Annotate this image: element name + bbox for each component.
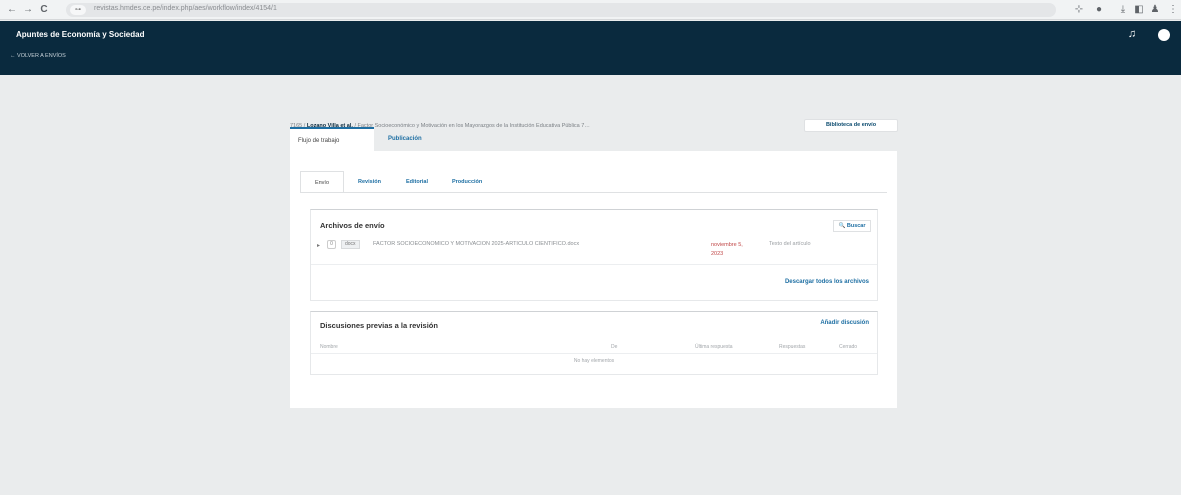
reload-icon[interactable]: C (38, 3, 50, 17)
submission-library-button[interactable]: Biblioteca de envío (804, 119, 898, 132)
bell-icon[interactable]: ♫ (1124, 26, 1140, 42)
tab-publication[interactable]: Publicación (380, 127, 430, 151)
translate-icon[interactable]: ⊹ (1072, 3, 1086, 17)
discussions-title: Discusiones previas a la revisión (320, 321, 438, 330)
search-button[interactable]: 🔍 Buscar (833, 220, 871, 232)
column-name: Nombre (320, 344, 338, 350)
site-title[interactable]: Apuntes de Economía y Sociedad (16, 30, 144, 39)
tab-review[interactable]: Revisión (358, 171, 381, 193)
tab-divider (300, 192, 887, 193)
file-date: noviembre 5, 2023 (711, 242, 743, 257)
sidepanel-icon[interactable]: ◧ (1132, 3, 1146, 17)
pre-review-discussions-section: Discusiones previas a la revisión Añadir… (310, 311, 878, 375)
add-discussion-link[interactable]: Añadir discusión (820, 320, 869, 326)
tab-editorial[interactable]: Editorial (406, 171, 428, 193)
file-type: Texto del artículo (769, 241, 811, 247)
app-header: Apuntes de Economía y Sociedad ← VOLVER … (0, 21, 1181, 75)
file-row: ▸ 0 docx FACTOR SOCIOECONÓMICO Y MOTIVAC… (311, 238, 877, 260)
address-bar[interactable]: ⊶ revistas.hmdes.ce.pe/index.php/aes/wor… (66, 3, 1056, 17)
tab-production[interactable]: Producción (452, 171, 482, 193)
empty-table-message: No hay elementos (573, 358, 615, 364)
profile-icon[interactable]: ♟ (1148, 3, 1162, 17)
workflow-panel: Envío Revisión Editorial Producción Arch… (290, 151, 897, 408)
back-arrow-icon[interactable]: ← (6, 3, 18, 17)
expand-chevron-icon[interactable]: ▸ (317, 242, 320, 249)
address-bar-text: revistas.hmdes.ce.pe/index.php/aes/workf… (94, 5, 277, 12)
extension-icon[interactable]: ● (1092, 3, 1106, 17)
tab-submission[interactable]: Envío (300, 171, 344, 193)
user-avatar-icon[interactable] (1158, 29, 1170, 41)
column-from: De (611, 344, 618, 350)
back-to-submissions-link[interactable]: ← VOLVER A ENVÍOS (10, 53, 66, 59)
menu-icon[interactable]: ⋮ (1166, 3, 1180, 17)
column-last-reply: Última respuesta (695, 344, 733, 350)
file-name-link[interactable]: FACTOR SOCIOECONÓMICO Y MOTIVACIÓN 2025-… (373, 241, 713, 247)
column-replies: Respuestas (779, 344, 806, 350)
file-extension-badge: docx (341, 240, 360, 249)
browser-toolbar: ← → C ⊶ revistas.hmdes.ce.pe/index.php/a… (0, 0, 1181, 20)
forward-arrow-icon[interactable]: → (22, 3, 34, 17)
site-info-icon[interactable]: ⊶ (70, 5, 86, 15)
discussions-table-header: Nombre De Última respuesta Respuestas Ce… (311, 342, 877, 354)
tab-workflow[interactable]: Flujo de trabajo (290, 127, 374, 151)
download-icon[interactable]: ⤓ (1116, 3, 1130, 17)
column-closed: Cerrado (839, 344, 858, 350)
download-all-files-link[interactable]: Descargar todos los archivos (785, 279, 869, 285)
file-id-badge: 0 (327, 240, 336, 249)
files-divider (311, 264, 877, 265)
submission-files-section: Archivos de envío 🔍 Buscar ▸ 0 docx FACT… (310, 209, 878, 301)
submission-files-title: Archivos de envío (320, 221, 385, 230)
